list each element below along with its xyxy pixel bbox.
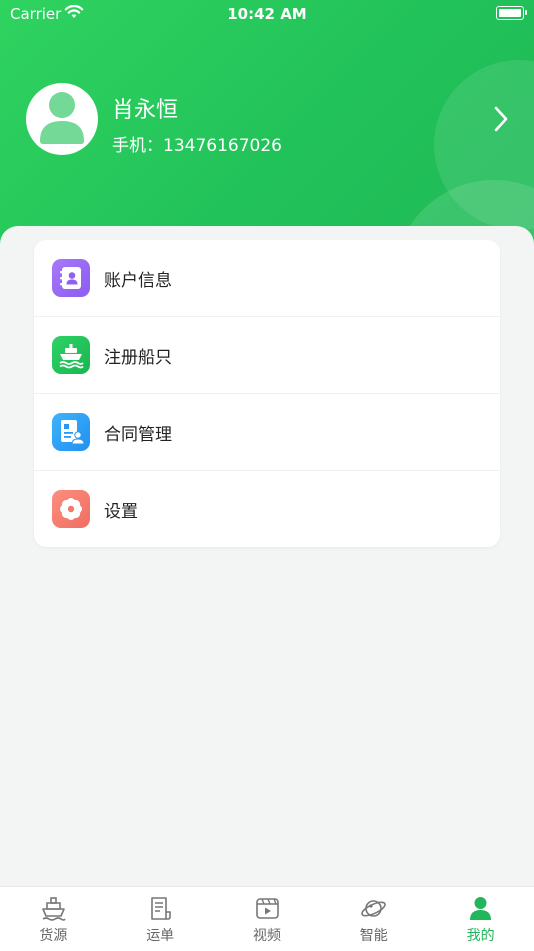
- video-icon: [255, 898, 279, 919]
- menu-item-settings[interactable]: 设置: [34, 471, 500, 548]
- tab-video[interactable]: 视频: [214, 887, 321, 951]
- user-name: 肖永恒: [112, 98, 179, 123]
- tab-mine[interactable]: 我的: [427, 887, 534, 951]
- tab-label: 视频: [252, 928, 281, 944]
- waybill-icon: [150, 897, 171, 920]
- menu-item-register-ship[interactable]: 注册船只: [34, 317, 500, 394]
- chevron-right-icon[interactable]: [490, 104, 512, 134]
- menu-card: 账户信息 注册船只 合同管理 设置: [34, 240, 500, 547]
- bottom-tab-bar: 货源 运单 视频 智能 我的: [0, 886, 534, 951]
- tab-label: 我的: [466, 928, 495, 944]
- tab-cargo[interactable]: 货源: [0, 887, 107, 951]
- clock: 10:42 AM: [227, 5, 307, 23]
- planet-icon: [361, 900, 387, 917]
- tab-label: 运单: [146, 928, 175, 944]
- menu-item-label: 设置: [104, 502, 138, 522]
- avatar[interactable]: [26, 83, 98, 155]
- tab-label: 智能: [359, 928, 388, 944]
- tab-label: 货源: [39, 928, 68, 944]
- ship-icon: [52, 336, 90, 374]
- tab-smart[interactable]: 智能: [320, 887, 427, 951]
- tab-waybill[interactable]: 运单: [107, 887, 214, 951]
- contact-card-icon: [52, 259, 90, 297]
- contract-icon: [52, 413, 90, 451]
- gear-flower-icon: [52, 490, 90, 528]
- person-icon: [470, 897, 492, 920]
- menu-item-contract-management[interactable]: 合同管理: [34, 394, 500, 471]
- user-phone: 手机：13476167026: [112, 136, 282, 156]
- status-bar: Carrier 10:42 AM: [0, 0, 534, 28]
- menu-item-account-info[interactable]: 账户信息: [34, 240, 500, 317]
- menu-item-label: 账户信息: [104, 271, 172, 291]
- menu-item-label: 合同管理: [104, 425, 172, 445]
- menu-item-label: 注册船只: [104, 348, 172, 368]
- cargo-ship-icon: [42, 897, 66, 921]
- default-avatar-icon: [40, 92, 84, 144]
- battery-icon: [496, 6, 527, 20]
